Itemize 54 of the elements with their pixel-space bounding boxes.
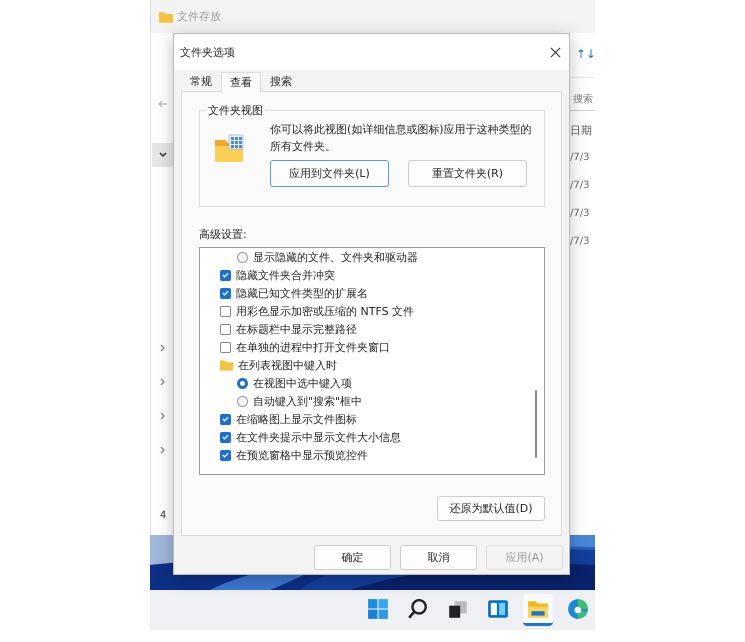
tab[interactable]: 查看 xyxy=(221,72,261,93)
tab[interactable]: 常规 xyxy=(181,72,221,91)
setting-label: 在列表视图中键入时 xyxy=(238,358,337,372)
folder-icon xyxy=(220,360,233,370)
setting-label: 隐藏文件夹合并冲突 xyxy=(236,268,335,282)
search-icon[interactable] xyxy=(407,598,429,620)
browser-icon[interactable] xyxy=(567,598,589,620)
close-icon[interactable] xyxy=(550,46,561,58)
folder-icon xyxy=(159,10,173,22)
search-field[interactable]: 搜索 xyxy=(570,88,595,111)
setting-label: 在标题栏中显示完整路径 xyxy=(236,322,357,336)
tab[interactable]: 搜索 xyxy=(261,72,301,91)
restore-defaults-button[interactable]: 还原为默认值(D) xyxy=(437,496,545,521)
checkbox[interactable] xyxy=(220,270,231,280)
date-cell-text: /7/3 xyxy=(570,152,590,165)
description-text: 你可以将此视图(如详细信息或图标)应用于这种类型的所有文件夹。 xyxy=(270,122,533,155)
date-cell-text: /7/3 xyxy=(570,236,590,249)
checkbox[interactable] xyxy=(220,450,231,460)
section-label: 高级设置: xyxy=(199,227,248,242)
checkbox[interactable] xyxy=(220,288,231,298)
back-arrow-icon[interactable] xyxy=(158,99,168,109)
checkbox[interactable] xyxy=(220,342,231,352)
checkbox[interactable] xyxy=(220,432,231,442)
item-count: 4 xyxy=(160,510,166,521)
setting-label: 显示隐藏的文件、文件夹和驱动器 xyxy=(253,250,418,264)
folder-view-button[interactable]: 重置文件夹(R) xyxy=(408,160,527,187)
radio-button[interactable] xyxy=(237,396,248,406)
date-cell-text: /7/3 xyxy=(570,208,590,221)
setting-label: 在文件夹提示中显示文件大小信息 xyxy=(236,430,401,444)
checkbox[interactable] xyxy=(220,324,231,334)
group-title: 文件夹视图 xyxy=(206,103,265,118)
date-cell-text: /7/3 xyxy=(570,180,590,193)
radio-button[interactable] xyxy=(237,252,248,262)
widgets-icon[interactable] xyxy=(487,598,509,620)
folder-view-button[interactable]: 应用到文件夹(L) xyxy=(270,160,389,187)
setting-label: 用彩色显示加密或压缩的 NTFS 文件 xyxy=(236,304,414,318)
dialog-title: 文件夹选项 xyxy=(180,44,235,60)
radio-button[interactable] xyxy=(237,378,248,388)
setting-label: 在单独的进程中打开文件夹窗口 xyxy=(236,340,390,354)
dialog-button[interactable]: 确定 xyxy=(314,545,391,570)
setting-label: 在缩略图上显示文件图标 xyxy=(236,412,357,426)
expand-chevron-icon[interactable] xyxy=(152,143,174,167)
checkbox[interactable] xyxy=(220,414,231,424)
dialog-button[interactable]: 取消 xyxy=(400,545,477,570)
folder-icon xyxy=(214,134,244,164)
setting-label: 隐藏已知文件类型的扩展名 xyxy=(236,286,368,300)
scrollbar-thumb[interactable] xyxy=(535,390,537,458)
setting-label: 自动键入到"搜索"框中 xyxy=(253,394,362,408)
checkbox[interactable] xyxy=(220,306,231,316)
setting-label: 在预览窗格中显示预览控件 xyxy=(236,448,368,462)
setting-label: 在视图中选中键入项 xyxy=(253,376,352,390)
window-title: 文件存放 xyxy=(177,9,221,24)
start-icon[interactable] xyxy=(367,598,389,620)
column-header[interactable]: 日期 xyxy=(570,123,595,138)
